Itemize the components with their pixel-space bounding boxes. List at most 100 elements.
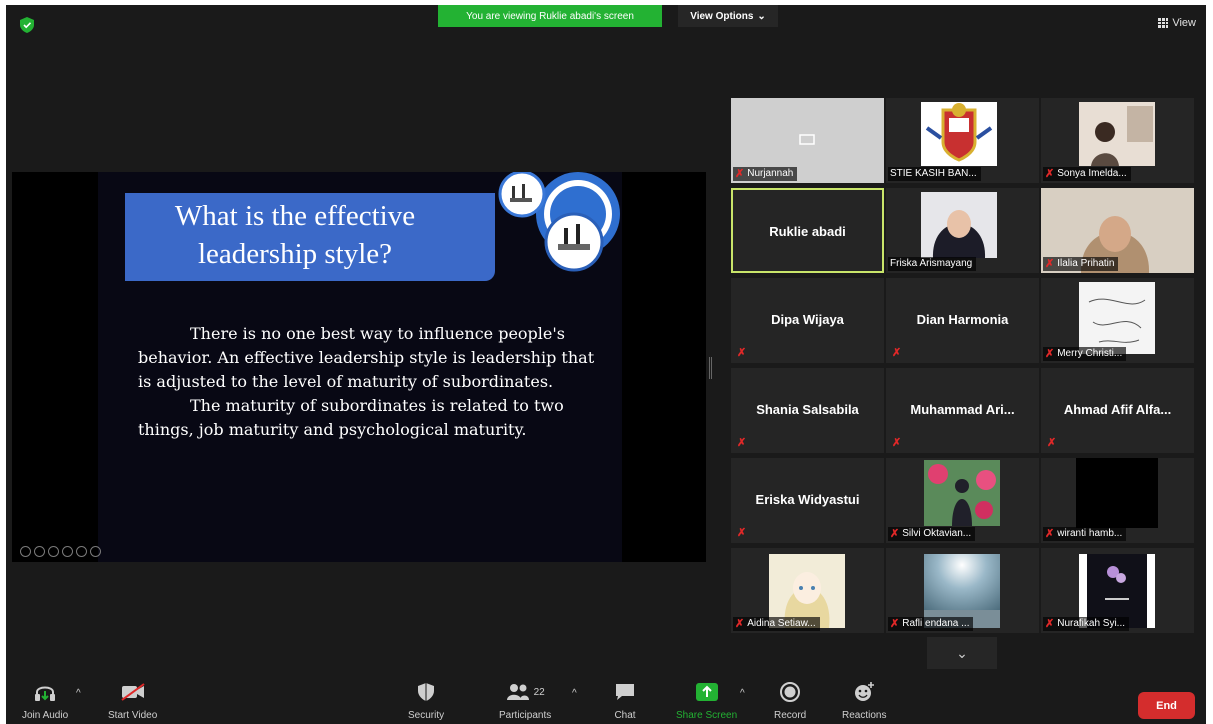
mic-muted-icon: ✗ — [1045, 258, 1055, 270]
participant-name: Ruklie abadi — [769, 224, 846, 239]
participant-label: ✗ Nurjannah — [733, 167, 798, 181]
split-view-handle[interactable] — [709, 357, 712, 379]
mic-muted-icon: ✗ — [1045, 618, 1055, 630]
zoom-icon[interactable] — [76, 546, 87, 557]
participant-tile[interactable]: Shania Salsabila ✗ — [731, 368, 884, 453]
participant-label: ✗ Merry Christi... — [1043, 347, 1127, 361]
pen-icon[interactable] — [48, 546, 59, 557]
share-screen-button[interactable]: Share Screen — [676, 680, 737, 721]
slide-title: What is the effective leadership style? — [174, 200, 416, 270]
participant-photo-image — [924, 460, 1000, 526]
slides-overview-icon[interactable] — [62, 546, 73, 557]
participant-label: ✗ wiranti hamb... — [1043, 527, 1127, 541]
participant-label: ✗ Sonya Imelda... — [1043, 167, 1131, 181]
active-speaker-tile[interactable]: Ruklie abadi — [731, 188, 884, 273]
security-button[interactable]: Security — [408, 680, 444, 721]
share-screen-label: Share Screen — [676, 710, 738, 721]
gallery-scroll-down-button[interactable]: ⌄ — [927, 637, 997, 669]
security-label: Security — [408, 710, 445, 721]
participant-tile[interactable]: ✗ wiranti hamb... — [1041, 458, 1194, 543]
participant-label: ✗ Nurafikah Syi... — [1043, 617, 1130, 631]
screen-share-icon — [799, 134, 815, 145]
mic-muted-icon: ✗ — [890, 528, 900, 540]
chevron-down-icon: ⌄ — [757, 10, 766, 22]
mic-muted-icon: ✗ — [1047, 437, 1057, 449]
participant-tile[interactable]: ✗ Sonya Imelda... — [1041, 98, 1194, 183]
slide-tools — [20, 546, 101, 557]
mic-muted-icon: ✗ — [735, 168, 745, 180]
participant-name: Muhammad Ari... — [910, 402, 1015, 417]
mic-muted-icon: ✗ — [1045, 528, 1055, 540]
share-screen-arrow-icon — [695, 683, 718, 701]
participant-label: ✗ Rafli endana ... — [888, 617, 974, 631]
join-audio-button[interactable]: Join Audio — [22, 680, 68, 721]
participants-icon — [506, 684, 529, 700]
participant-tile[interactable]: Dian Harmonia ✗ — [886, 278, 1039, 363]
participant-tile[interactable]: ✗ Aidina Setiaw... — [731, 548, 884, 633]
end-label: End — [1156, 699, 1177, 712]
chat-label: Chat — [614, 710, 636, 721]
participants-options-caret[interactable]: ^ — [572, 688, 577, 699]
participant-tile[interactable]: STIE KASIH BAN... — [886, 98, 1039, 183]
participant-label: Friska Arismayang — [888, 257, 977, 271]
participant-label: ✗ Aidina Setiaw... — [733, 617, 820, 631]
record-label: Record — [774, 710, 807, 721]
mic-muted-icon: ✗ — [735, 618, 745, 630]
mic-muted-icon: ✗ — [737, 527, 747, 539]
record-icon — [780, 682, 801, 702]
end-meeting-button[interactable]: End — [1138, 692, 1195, 719]
participant-tile[interactable]: Friska Arismayang — [886, 188, 1039, 273]
participant-name: Merry Christi... — [1057, 348, 1123, 359]
audio-options-caret[interactable]: ^ — [76, 688, 81, 699]
participant-tile[interactable]: Muhammad Ari... ✗ — [886, 368, 1039, 453]
participant-tile[interactable]: ✗ Nurafikah Syi... — [1041, 548, 1194, 633]
participant-drawing-image — [1079, 282, 1155, 354]
slide-decoration-image — [498, 172, 620, 272]
participant-name: Nurafikah Syi... — [1057, 618, 1126, 629]
view-options-button[interactable]: View Options ⌄ — [678, 5, 778, 27]
participant-tile[interactable]: ✗ Merry Christi... — [1041, 278, 1194, 363]
participant-video-image — [921, 192, 997, 258]
share-options-caret[interactable]: ^ — [740, 688, 745, 699]
pointer-icon[interactable] — [34, 546, 45, 557]
zoom-meeting-window: You are viewing Ruklie abadi's screen Vi… — [6, 5, 1206, 724]
mic-muted-icon: ✗ — [737, 437, 747, 449]
participant-tile[interactable]: Ahmad Afif Alfa... ✗ — [1041, 368, 1194, 453]
view-button[interactable]: View — [1158, 17, 1196, 29]
participant-tile[interactable]: ✗ Nurjannah — [731, 98, 884, 183]
mic-muted-icon: ✗ — [892, 347, 902, 359]
participant-label: STIE KASIH BAN... — [888, 167, 981, 181]
participant-tile[interactable]: ✗ Ilalia Prihatin — [1041, 188, 1194, 273]
participant-video-image — [1079, 102, 1155, 166]
start-video-button[interactable]: Start Video — [108, 680, 157, 721]
participant-name: STIE KASIH BAN... — [890, 168, 977, 179]
reactions-label: Reactions — [842, 710, 887, 721]
video-off-icon — [121, 683, 145, 701]
shared-screen[interactable]: What is the effective leadership style? … — [12, 172, 706, 562]
mic-muted-icon: ✗ — [1045, 348, 1055, 360]
participant-name: Rafli endana ... — [902, 618, 970, 629]
chat-button[interactable]: Chat — [614, 680, 636, 721]
participant-tile[interactable]: ✗ Silvi Oktavian... — [886, 458, 1039, 543]
slide-paragraph-1: There is no one best way to influence pe… — [138, 324, 595, 391]
slide-paragraph-2: The maturity of subordinates is related … — [138, 396, 564, 439]
prev-slide-icon[interactable] — [20, 546, 31, 557]
more-icon[interactable] — [90, 546, 101, 557]
participant-name: Silvi Oktavian... — [902, 528, 972, 539]
record-button[interactable]: Record — [774, 680, 806, 721]
mic-muted-icon: ✗ — [890, 618, 900, 630]
participant-tile[interactable]: Dipa Wijaya ✗ — [731, 278, 884, 363]
reactions-button[interactable]: Reactions — [842, 680, 886, 721]
viewing-screen-banner: You are viewing Ruklie abadi's screen — [438, 5, 662, 27]
encryption-shield-icon[interactable] — [20, 17, 34, 33]
mic-muted-icon: ✗ — [892, 437, 902, 449]
smiley-plus-icon — [855, 682, 875, 701]
participant-name: Sonya Imelda... — [1057, 168, 1127, 179]
participants-button[interactable]: 22 Participants — [499, 680, 551, 721]
participant-tile[interactable]: Eriska Widyastui ✗ — [731, 458, 884, 543]
participant-name: Dian Harmonia — [916, 312, 1009, 327]
participant-label: ✗ Silvi Oktavian... — [888, 527, 976, 541]
view-label: View — [1172, 17, 1196, 29]
start-video-label: Start Video — [108, 710, 158, 721]
participant-tile[interactable]: ✗ Rafli endana ... — [886, 548, 1039, 633]
